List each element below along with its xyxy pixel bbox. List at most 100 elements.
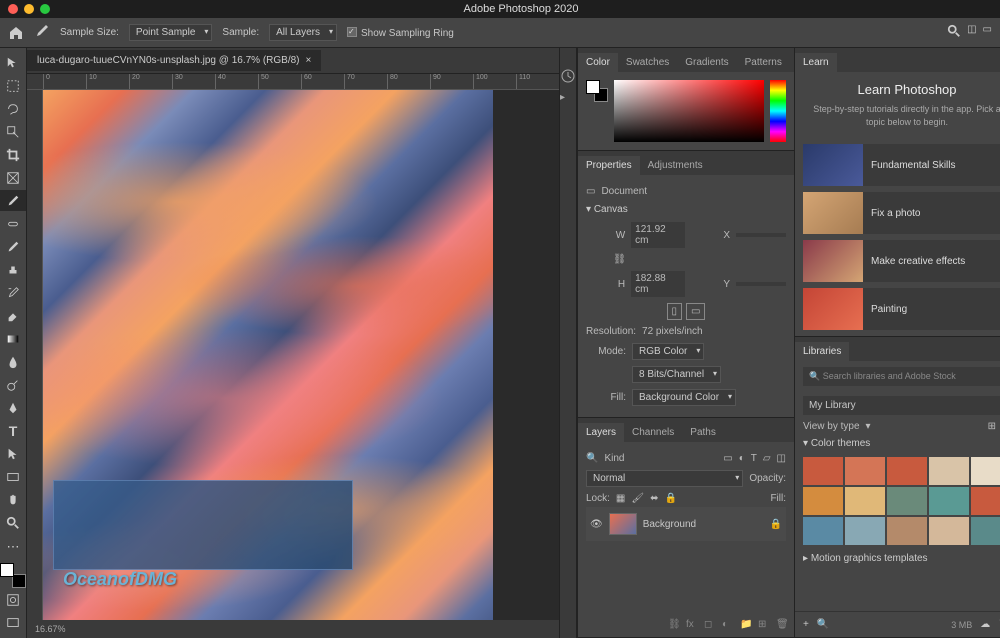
learn-item[interactable]: Painting› — [803, 288, 1000, 330]
color-themes-section[interactable]: ▾ Color themes — [795, 434, 1000, 453]
ruler-vertical[interactable] — [27, 90, 43, 620]
fill-dropdown[interactable]: Background Color — [632, 389, 736, 406]
color-swatch[interactable] — [803, 487, 843, 515]
screen-mode-toggle[interactable] — [0, 613, 26, 634]
link-icon[interactable]: ⛓ — [586, 254, 626, 265]
filter-image-icon[interactable]: ▭ — [723, 453, 732, 464]
color-swatch[interactable] — [929, 457, 969, 485]
tab-patterns[interactable]: Patterns — [737, 53, 790, 72]
quick-mask-toggle[interactable] — [0, 590, 26, 611]
workspace-icon[interactable]: ▭ — [983, 24, 992, 41]
height-field[interactable]: 182.88 cm — [631, 271, 685, 297]
filter-smart-icon[interactable]: ◫ — [777, 453, 786, 464]
delete-layer-icon[interactable]: 🗑 — [776, 619, 790, 633]
learn-item[interactable]: Make creative effects› — [803, 240, 1000, 282]
lock-position-icon[interactable]: ⬌ — [650, 493, 658, 504]
color-swatch[interactable] — [971, 457, 1000, 485]
search-icon[interactable] — [947, 24, 961, 41]
libraries-search[interactable]: 🔍 Search libraries and Adobe Stock — [803, 367, 1000, 386]
tab-properties[interactable]: Properties — [578, 156, 640, 175]
blend-mode-dropdown[interactable]: Normal — [586, 470, 743, 487]
color-theme-row[interactable] — [803, 487, 1000, 515]
add-content-icon[interactable]: + — [803, 619, 809, 630]
lasso-tool[interactable] — [0, 98, 26, 119]
color-fg-bg-swatch[interactable] — [586, 80, 608, 102]
close-tab-icon[interactable]: × — [306, 55, 312, 66]
adjustment-layer-icon[interactable]: ◐ — [722, 619, 736, 633]
layer-thumbnail[interactable] — [609, 513, 637, 535]
landscape-icon[interactable]: ▭ — [686, 303, 705, 320]
color-swatch[interactable] — [971, 487, 1000, 515]
canvas-section[interactable]: ▾ Canvas — [586, 200, 786, 219]
sample-size-dropdown[interactable]: Point Sample — [129, 24, 212, 41]
lock-all-icon[interactable]: 🔒 — [664, 493, 676, 504]
ruler-horizontal[interactable]: 0102030405060708090100110 — [27, 74, 559, 90]
maximize-window-button[interactable] — [40, 4, 50, 14]
brush-tool[interactable] — [0, 236, 26, 257]
grid-view-icon[interactable]: ⊞ — [988, 421, 996, 432]
foreground-background-colors[interactable] — [0, 563, 26, 588]
color-swatch[interactable] — [887, 517, 927, 545]
color-swatch[interactable] — [845, 487, 885, 515]
motion-graphics-section[interactable]: ▸ Motion graphics templates — [795, 549, 1000, 568]
color-field[interactable] — [614, 80, 764, 142]
hand-tool[interactable] — [0, 490, 26, 511]
tab-libraries[interactable]: Libraries — [795, 342, 849, 361]
clone-stamp-tool[interactable] — [0, 259, 26, 280]
history-panel-icon[interactable] — [560, 68, 576, 84]
tab-learn[interactable]: Learn — [795, 53, 837, 72]
tab-gradients[interactable]: Gradients — [677, 53, 736, 72]
learn-item[interactable]: Fix a photo› — [803, 192, 1000, 234]
color-swatch[interactable] — [929, 517, 969, 545]
layer-mask-icon[interactable]: ◻ — [704, 619, 718, 633]
hue-slider[interactable] — [770, 80, 786, 142]
path-select-tool[interactable] — [0, 444, 26, 465]
color-swatch[interactable] — [845, 457, 885, 485]
lock-paint-icon[interactable]: 🖌 — [631, 493, 644, 504]
color-swatch[interactable] — [929, 487, 969, 515]
tab-paths[interactable]: Paths — [682, 423, 724, 442]
edit-toolbar[interactable]: ⋯ — [0, 536, 26, 557]
sample-dropdown[interactable]: All Layers — [269, 24, 337, 41]
tab-swatches[interactable]: Swatches — [618, 53, 677, 72]
dodge-tool[interactable] — [0, 375, 26, 396]
actions-panel-icon[interactable]: ▸ — [560, 92, 576, 108]
learn-item[interactable]: Fundamental Skills› — [803, 144, 1000, 186]
gradient-tool[interactable] — [0, 329, 26, 350]
bits-dropdown[interactable]: 8 Bits/Channel — [632, 366, 721, 383]
color-swatch[interactable] — [803, 457, 843, 485]
library-dropdown[interactable]: My Library▾ — [803, 396, 1000, 415]
link-layers-icon[interactable]: ⛓ — [668, 619, 682, 633]
view-by-label[interactable]: View by type — [803, 421, 860, 432]
new-layer-icon[interactable]: ⊞ — [758, 619, 772, 633]
layer-name[interactable]: Background — [643, 519, 696, 530]
pen-tool[interactable] — [0, 398, 26, 419]
move-tool[interactable] — [0, 52, 26, 73]
tab-layers[interactable]: Layers — [578, 423, 624, 442]
zoom-tool[interactable] — [0, 513, 26, 534]
color-swatch[interactable] — [887, 457, 927, 485]
zoom-level[interactable]: 16.67% — [35, 624, 66, 634]
minimize-window-button[interactable] — [24, 4, 34, 14]
color-theme-row[interactable] — [803, 517, 1000, 545]
color-swatch[interactable] — [845, 517, 885, 545]
filter-adjust-icon[interactable]: ◐ — [739, 453, 745, 464]
show-sampling-ring-checkbox[interactable]: Show Sampling Ring — [347, 27, 454, 39]
lock-transparent-icon[interactable]: ▦ — [616, 493, 625, 504]
eraser-tool[interactable] — [0, 306, 26, 327]
home-button[interactable] — [8, 25, 24, 41]
filter-type-icon[interactable]: T — [751, 453, 757, 464]
crop-tool[interactable] — [0, 144, 26, 165]
healing-brush-tool[interactable] — [0, 213, 26, 234]
blur-tool[interactable] — [0, 352, 26, 373]
cloud-sync-icon[interactable]: ☁ — [980, 619, 990, 630]
type-tool[interactable]: T — [0, 421, 26, 442]
history-brush-tool[interactable] — [0, 282, 26, 303]
visibility-icon[interactable]: 👁 — [590, 519, 603, 530]
layer-filter-icon[interactable]: 🔍 — [586, 453, 598, 464]
close-window-button[interactable] — [8, 4, 18, 14]
portrait-icon[interactable]: ▯ — [667, 303, 683, 320]
color-swatch[interactable] — [803, 517, 843, 545]
color-theme-row[interactable] — [803, 457, 1000, 485]
rectangle-tool[interactable] — [0, 467, 26, 488]
